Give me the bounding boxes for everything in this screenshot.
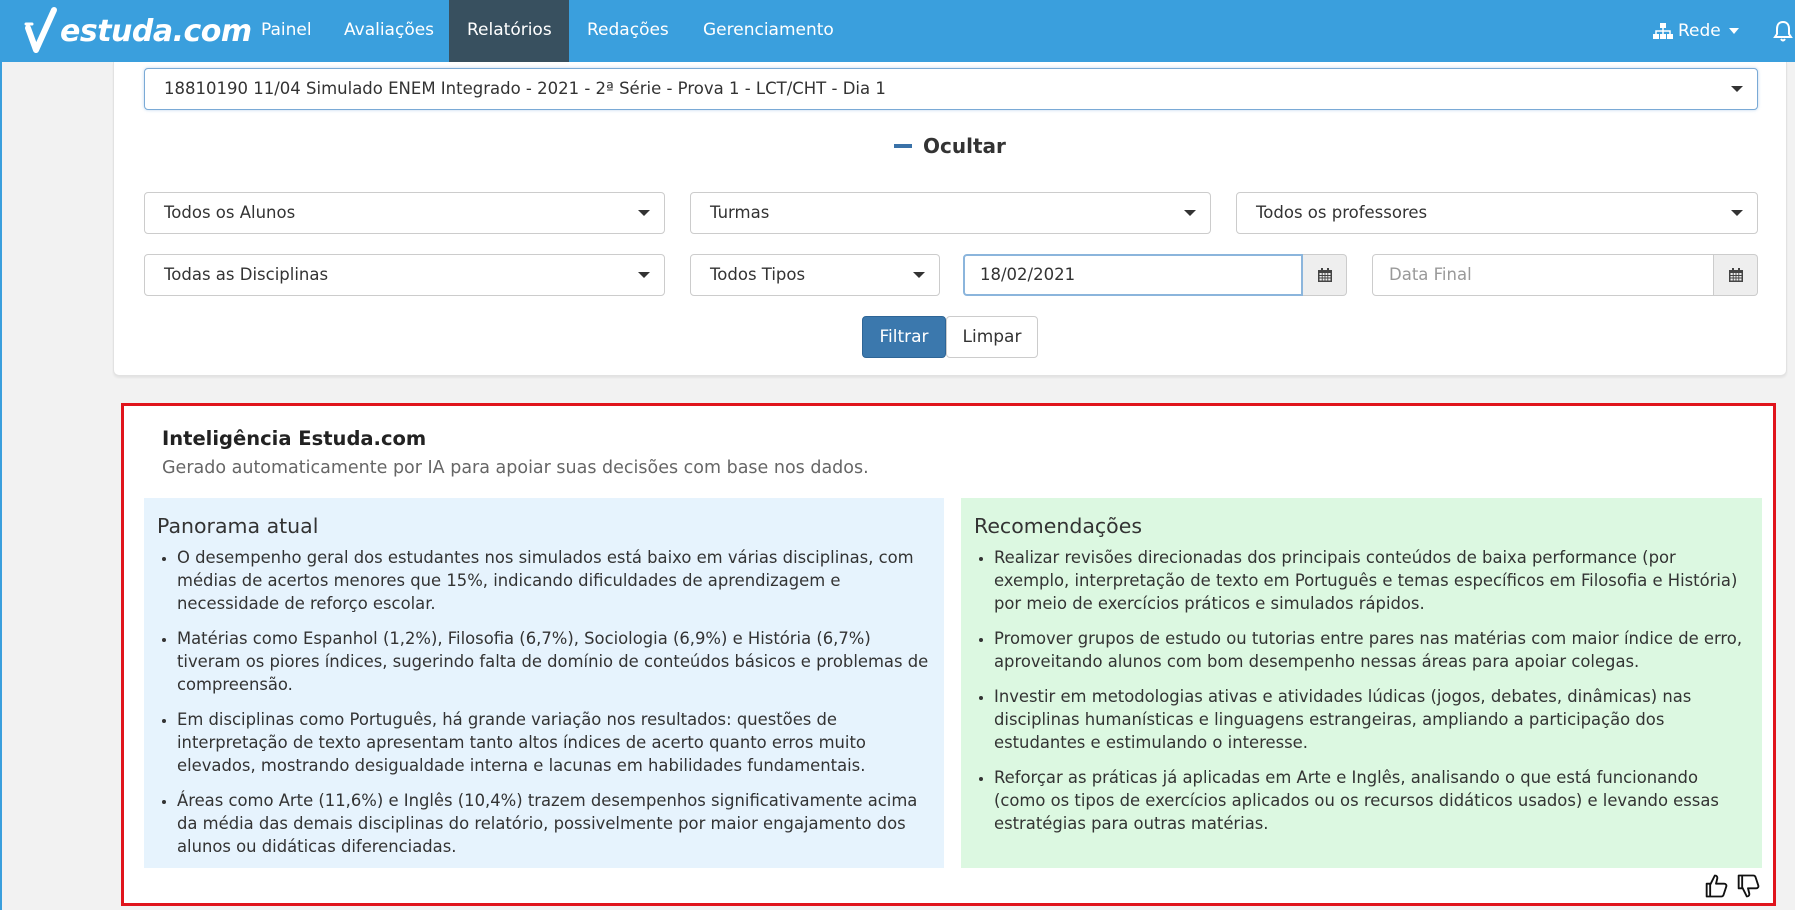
subjects-select[interactable]: Todas as Disciplinas: [144, 254, 665, 296]
thumbs-down-button[interactable]: [1734, 872, 1762, 900]
nav-item-redacoes[interactable]: Redações: [569, 0, 687, 62]
list-item: Reforçar as práticas já aplicadas em Art…: [994, 766, 1749, 835]
classes-select[interactable]: Turmas: [690, 192, 1211, 234]
list-item: Matérias como Espanhol (1,2%), Filosofia…: [177, 627, 931, 696]
list-item: Investir em metodologias ativas e ativid…: [994, 685, 1749, 754]
panorama-box: Panorama atual O desempenho geral dos es…: [144, 498, 944, 868]
thumbs-up-button[interactable]: [1702, 872, 1730, 900]
ai-subtitle: Gerado automaticamente por IA para apoia…: [162, 458, 869, 478]
calendar-icon: [1317, 268, 1332, 282]
exam-select-value: 18810190 11/04 Simulado ENEM Integrado -…: [164, 79, 886, 98]
chevron-down-icon: [638, 272, 650, 278]
ai-title: Inteligência Estuda.com: [162, 427, 427, 450]
network-menu-label: Rede: [1678, 21, 1721, 41]
thumbs-up-icon: [1705, 874, 1728, 898]
list-item: Realizar revisões direcionadas dos princ…: [994, 546, 1749, 615]
chevron-down-icon: [638, 210, 650, 216]
thumbs-down-icon: [1737, 874, 1760, 898]
nav-item-painel[interactable]: Painel: [243, 0, 330, 62]
end-date-calendar-button[interactable]: [1714, 254, 1758, 296]
nav-item-gerenciamento[interactable]: Gerenciamento: [685, 0, 852, 62]
classes-select-value: Turmas: [710, 203, 770, 222]
types-select[interactable]: Todos Tipos: [690, 254, 940, 296]
chevron-down-icon: [1731, 210, 1743, 216]
list-item: Promover grupos de estudo ou tutorias en…: [994, 627, 1749, 673]
chevron-down-icon: [1731, 86, 1743, 92]
teachers-select-value: Todos os professores: [1256, 203, 1428, 222]
filter-button[interactable]: Filtrar: [862, 316, 946, 358]
checkmark-logo-icon: [24, 7, 57, 53]
recommendations-list: Realizar revisões direcionadas dos princ…: [974, 546, 1749, 835]
clear-button[interactable]: Limpar: [946, 316, 1038, 358]
network-menu[interactable]: Rede: [1653, 0, 1739, 62]
chevron-down-icon: [913, 272, 925, 278]
students-select-value: Todos os Alunos: [164, 203, 296, 222]
panorama-list: O desempenho geral dos estudantes nos si…: [157, 546, 931, 858]
minus-icon: [894, 143, 913, 148]
nav-item-avaliacoes[interactable]: Avaliações: [326, 0, 452, 62]
hide-filters-toggle[interactable]: Ocultar: [114, 134, 1786, 158]
teachers-select[interactable]: Todos os professores: [1236, 192, 1758, 234]
chevron-down-icon: [1184, 210, 1196, 216]
list-item: Em disciplinas como Português, há grande…: [177, 708, 931, 777]
logo-text: estuda.com: [60, 13, 252, 49]
recommendations-heading: Recomendações: [974, 514, 1143, 538]
logo[interactable]: estuda.com: [24, 6, 252, 56]
hide-filters-label: Ocultar: [923, 134, 1006, 158]
sitemap-icon: [1653, 23, 1673, 39]
filter-panel: 18810190 11/04 Simulado ENEM Integrado -…: [113, 62, 1787, 376]
panorama-heading: Panorama atual: [157, 514, 319, 538]
top-navbar: estuda.com Painel Avaliações Relatórios …: [0, 0, 1795, 62]
recommendations-box: Recomendações Realizar revisões direcion…: [961, 498, 1762, 868]
calendar-icon: [1728, 268, 1743, 282]
exam-select[interactable]: 18810190 11/04 Simulado ENEM Integrado -…: [144, 68, 1758, 110]
ai-insights-card: Inteligência Estuda.com Gerado automatic…: [121, 403, 1776, 906]
bell-icon: [1773, 20, 1793, 42]
start-date-input[interactable]: 18/02/2021: [963, 254, 1303, 296]
list-item: O desempenho geral dos estudantes nos si…: [177, 546, 931, 615]
start-date-calendar-button[interactable]: [1303, 254, 1347, 296]
left-edge-strip: [0, 62, 2, 910]
chevron-down-icon: [1728, 28, 1739, 34]
end-date-input[interactable]: Data Final: [1372, 254, 1714, 296]
types-select-value: Todos Tipos: [710, 265, 806, 284]
nav-item-relatorios[interactable]: Relatórios: [449, 0, 569, 62]
subjects-select-value: Todas as Disciplinas: [164, 265, 329, 284]
students-select[interactable]: Todos os Alunos: [144, 192, 665, 234]
list-item: Áreas como Arte (11,6%) e Inglês (10,4%)…: [177, 789, 931, 858]
notifications-button[interactable]: [1773, 0, 1793, 62]
